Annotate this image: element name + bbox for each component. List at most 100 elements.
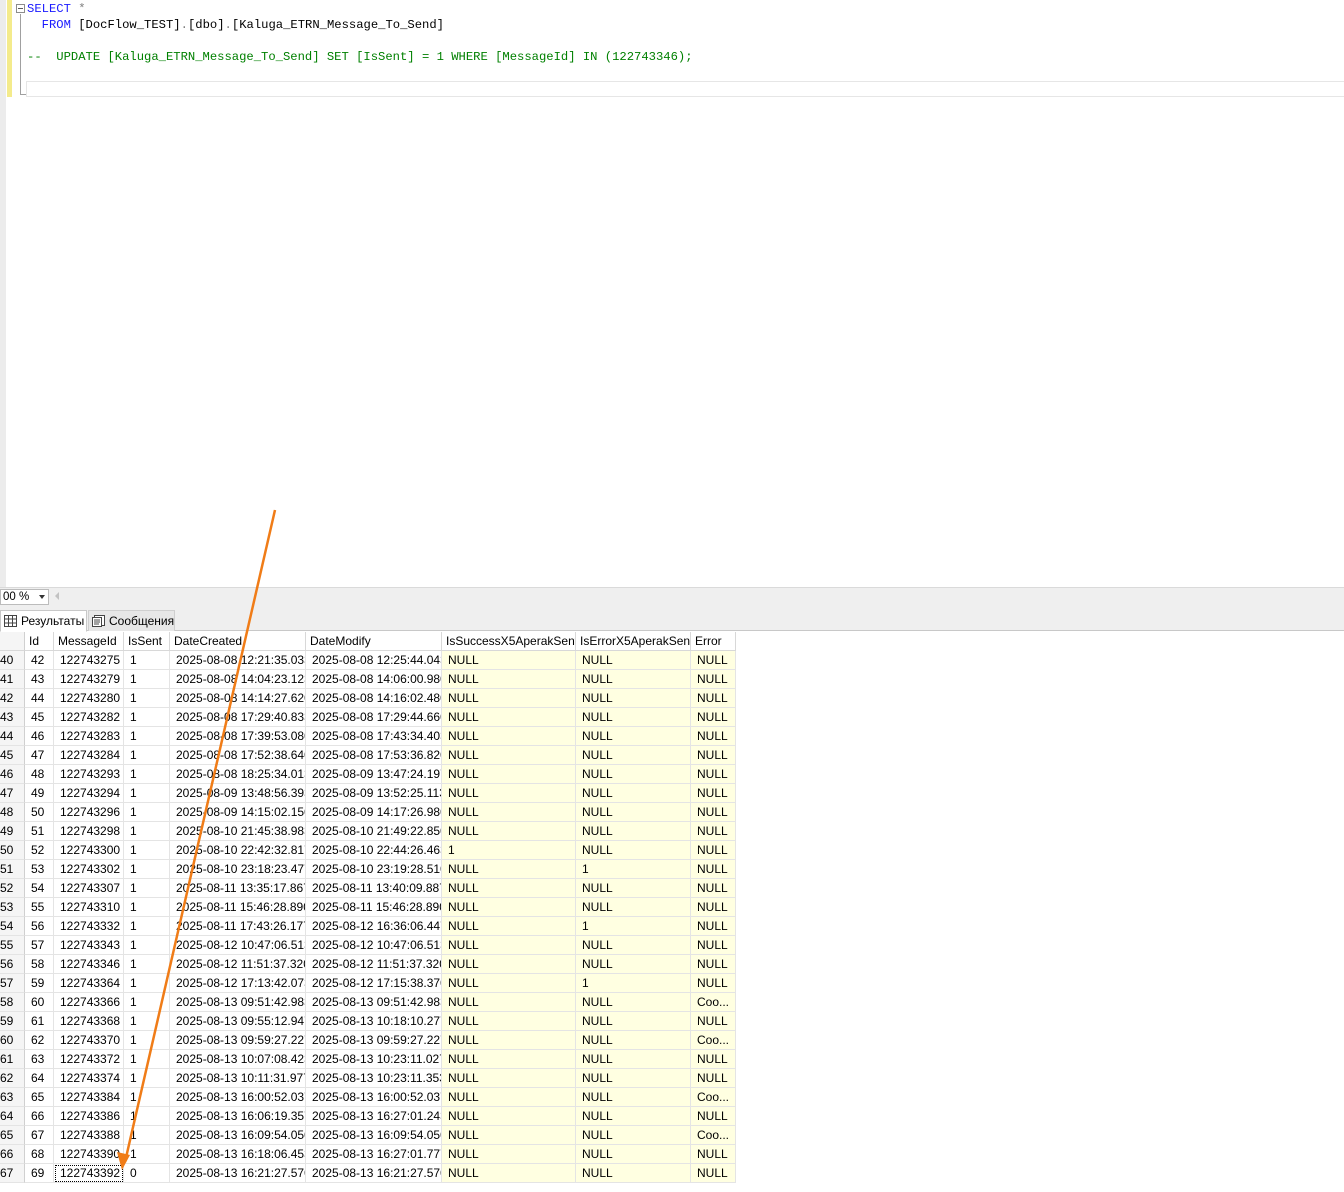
cell-datecreated[interactable]: 2025-08-13 10:07:08.423	[170, 1050, 306, 1069]
cell-issuccess[interactable]: NULL	[442, 860, 576, 879]
cell-id[interactable]: 44	[25, 689, 54, 708]
cell-datecreated[interactable]: 2025-08-13 16:18:06.453	[170, 1145, 306, 1164]
row-number[interactable]: 46	[0, 765, 25, 784]
cell-datemodify[interactable]: 2025-08-12 17:15:38.370	[306, 974, 442, 993]
cell-error[interactable]: NULL	[691, 879, 736, 898]
table-row[interactable]: 48 50 122743296 1 2025-08-09 14:15:02.150 202…	[0, 803, 736, 822]
row-number[interactable]: 56	[0, 955, 25, 974]
cell-messageid[interactable]: 122743300	[54, 841, 124, 860]
cell-error[interactable]: NULL	[691, 670, 736, 689]
cell-messageid[interactable]: 122743390	[54, 1145, 124, 1164]
cell-issent[interactable]: 1	[124, 1050, 170, 1069]
cell-id[interactable]: 58	[25, 955, 54, 974]
table-row[interactable]: 44 46 122743283 1 2025-08-08 17:39:53.080 202…	[0, 727, 736, 746]
tab-results[interactable]: Результаты	[0, 610, 87, 632]
cell-issent[interactable]: 1	[124, 822, 170, 841]
cell-iserror[interactable]: NULL	[576, 1164, 691, 1183]
cell-iserror[interactable]: NULL	[576, 765, 691, 784]
scroll-left-icon[interactable]	[55, 592, 59, 600]
cell-iserror[interactable]: 1	[576, 917, 691, 936]
cell-datecreated[interactable]: 2025-08-13 16:09:54.050	[170, 1126, 306, 1145]
cell-id[interactable]: 57	[25, 936, 54, 955]
cell-datemodify[interactable]: 2025-08-13 09:59:27.227	[306, 1031, 442, 1050]
cell-issuccess[interactable]: NULL	[442, 974, 576, 993]
cell-messageid[interactable]: 122743364	[54, 974, 124, 993]
row-number[interactable]: 44	[0, 727, 25, 746]
row-number[interactable]: 58	[0, 993, 25, 1012]
cell-id[interactable]: 60	[25, 993, 54, 1012]
cell-issent[interactable]: 1	[124, 955, 170, 974]
row-number[interactable]: 51	[0, 860, 25, 879]
table-row[interactable]: 67 69 122743392 0 2025-08-13 16:21:27.570 202…	[0, 1164, 736, 1183]
cell-issuccess[interactable]: NULL	[442, 1050, 576, 1069]
cell-id[interactable]: 42	[25, 651, 54, 670]
cell-issuccess[interactable]: NULL	[442, 689, 576, 708]
cell-iserror[interactable]: NULL	[576, 651, 691, 670]
cell-error[interactable]: Coo...	[691, 993, 736, 1012]
cell-issuccess[interactable]: NULL	[442, 708, 576, 727]
zoom-dropdown[interactable]: 00 %	[0, 589, 49, 605]
table-row[interactable]: 47 49 122743294 1 2025-08-09 13:48:56.393 202…	[0, 784, 736, 803]
cell-datecreated[interactable]: 2025-08-11 15:46:28.890	[170, 898, 306, 917]
cell-messageid[interactable]: 122743346	[54, 955, 124, 974]
cell-issent[interactable]: 1	[124, 1088, 170, 1107]
row-number[interactable]: 41	[0, 670, 25, 689]
cell-messageid[interactable]: 122743294	[54, 784, 124, 803]
cell-id[interactable]: 49	[25, 784, 54, 803]
cell-datecreated[interactable]: 2025-08-11 17:43:26.177	[170, 917, 306, 936]
table-row[interactable]: 43 45 122743282 1 2025-08-08 17:29:40.833 202…	[0, 708, 736, 727]
cell-id[interactable]: 54	[25, 879, 54, 898]
row-number[interactable]: 60	[0, 1031, 25, 1050]
cell-issuccess[interactable]: NULL	[442, 651, 576, 670]
column-header-messageid[interactable]: MessageId	[54, 632, 124, 651]
tab-messages[interactable]: Сообщения	[88, 610, 175, 631]
cell-error[interactable]: NULL	[691, 689, 736, 708]
table-row[interactable]: 41 43 122743279 1 2025-08-08 14:04:23.123 202…	[0, 670, 736, 689]
cell-iserror[interactable]: NULL	[576, 1126, 691, 1145]
cell-id[interactable]: 63	[25, 1050, 54, 1069]
cell-id[interactable]: 59	[25, 974, 54, 993]
cell-datecreated[interactable]: 2025-08-13 16:21:27.570	[170, 1164, 306, 1183]
cell-messageid[interactable]: 122743332	[54, 917, 124, 936]
cell-issent[interactable]: 1	[124, 765, 170, 784]
cell-issuccess[interactable]: NULL	[442, 1031, 576, 1050]
column-header-error[interactable]: Error	[691, 632, 736, 651]
cell-error[interactable]: NULL	[691, 1012, 736, 1031]
cell-datecreated[interactable]: 2025-08-10 22:42:32.817	[170, 841, 306, 860]
cell-error[interactable]: NULL	[691, 1107, 736, 1126]
table-row[interactable]: 53 55 122743310 1 2025-08-11 15:46:28.890 202…	[0, 898, 736, 917]
cell-id[interactable]: 68	[25, 1145, 54, 1164]
cell-messageid[interactable]: 122743392	[54, 1164, 124, 1183]
collapse-icon[interactable]	[16, 4, 25, 13]
column-header-datecreated[interactable]: DateCreated	[170, 632, 306, 651]
row-number[interactable]: 65	[0, 1126, 25, 1145]
cell-messageid[interactable]: 122743310	[54, 898, 124, 917]
table-row[interactable]: 54 56 122743332 1 2025-08-11 17:43:26.177 202…	[0, 917, 736, 936]
cell-iserror[interactable]: 1	[576, 974, 691, 993]
table-row[interactable]: 45 47 122743284 1 2025-08-08 17:52:38.640 202…	[0, 746, 736, 765]
row-number[interactable]: 48	[0, 803, 25, 822]
cell-iserror[interactable]: NULL	[576, 1012, 691, 1031]
cell-datemodify[interactable]: 2025-08-13 16:21:27.570	[306, 1164, 442, 1183]
cell-datecreated[interactable]: 2025-08-10 23:18:23.477	[170, 860, 306, 879]
code-line-2[interactable]: FROM [DocFlow_TEST].[dbo].[Kaluga_ETRN_M…	[27, 17, 444, 33]
cell-messageid[interactable]: 122743374	[54, 1069, 124, 1088]
cell-id[interactable]: 64	[25, 1069, 54, 1088]
row-number[interactable]: 67	[0, 1164, 25, 1183]
cell-iserror[interactable]: NULL	[576, 1107, 691, 1126]
cell-iserror[interactable]: NULL	[576, 1145, 691, 1164]
cell-datemodify[interactable]: 2025-08-13 16:09:54.050	[306, 1126, 442, 1145]
cell-datecreated[interactable]: 2025-08-12 10:47:06.513	[170, 936, 306, 955]
column-header-iserror[interactable]: IsErrorX5AperakSent	[576, 632, 691, 651]
cell-iserror[interactable]: NULL	[576, 955, 691, 974]
cell-issent[interactable]: 1	[124, 841, 170, 860]
cell-error[interactable]: NULL	[691, 936, 736, 955]
cell-iserror[interactable]: NULL	[576, 1069, 691, 1088]
cell-issuccess[interactable]: NULL	[442, 1107, 576, 1126]
cell-messageid[interactable]: 122743386	[54, 1107, 124, 1126]
table-row[interactable]: 62 64 122743374 1 2025-08-13 10:11:31.977 202…	[0, 1069, 736, 1088]
cell-error[interactable]: NULL	[691, 1164, 736, 1183]
cell-datecreated[interactable]: 2025-08-08 17:29:40.833	[170, 708, 306, 727]
cell-datecreated[interactable]: 2025-08-11 13:35:17.867	[170, 879, 306, 898]
sql-editor[interactable]: SELECT * FROM [DocFlow_TEST].[dbo].[Kalu…	[0, 0, 1344, 587]
